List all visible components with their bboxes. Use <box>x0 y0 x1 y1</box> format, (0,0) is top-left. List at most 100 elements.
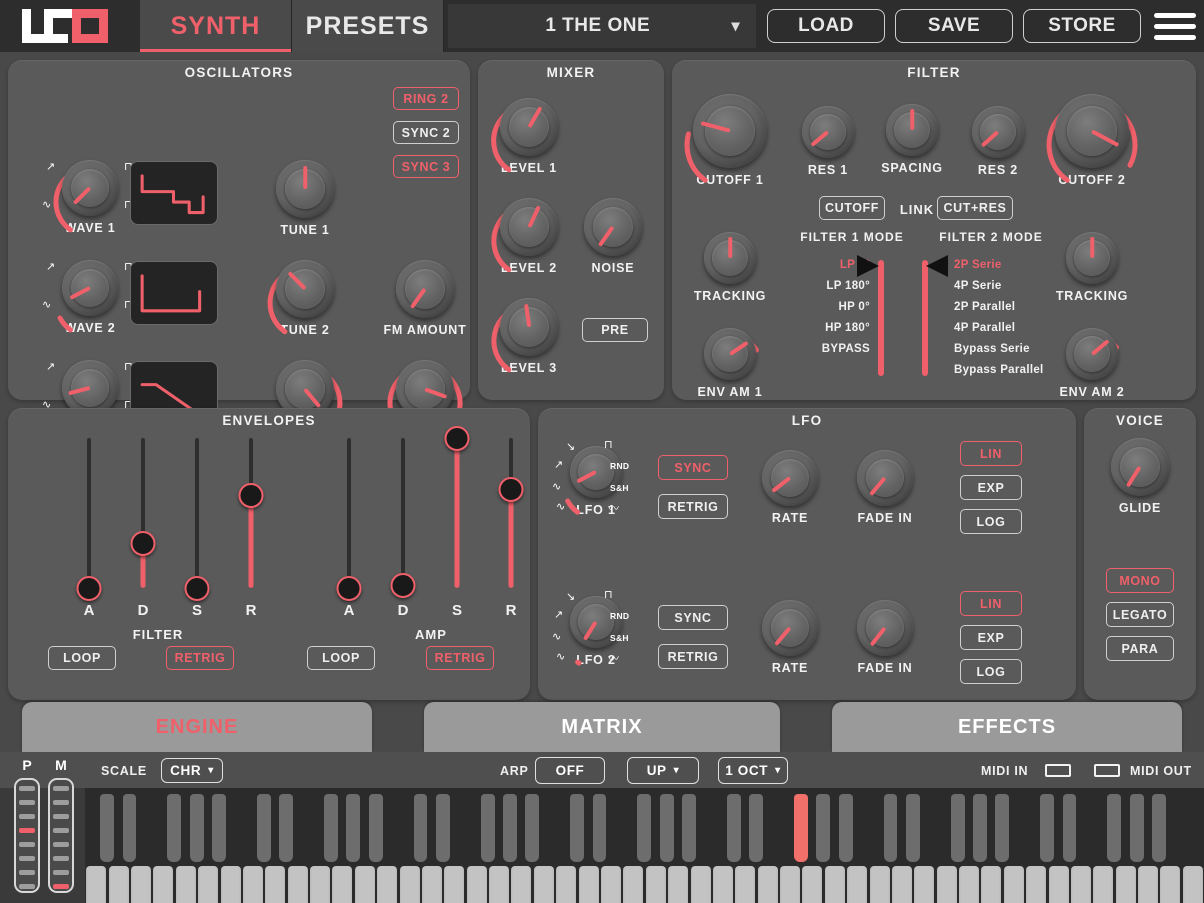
black-key[interactable] <box>1152 794 1166 862</box>
white-key[interactable] <box>131 866 151 903</box>
filter-2-mode-option[interactable]: Bypass Serie <box>954 338 1064 359</box>
white-key[interactable] <box>824 866 845 903</box>
black-key[interactable] <box>973 794 987 862</box>
wave-1-knob-dial[interactable] <box>62 160 118 216</box>
filter-2-mode-option[interactable]: 4P Parallel <box>954 317 1064 338</box>
white-key[interactable] <box>444 866 465 903</box>
lfo-2-lin-button[interactable]: LIN <box>960 591 1022 616</box>
level-3-knob[interactable]: LEVEL 3 <box>486 298 572 375</box>
black-key[interactable] <box>726 794 741 862</box>
sync-2-button[interactable]: SYNC 2 <box>393 121 459 144</box>
white-key[interactable] <box>847 866 868 903</box>
tune-1-knob[interactable]: TUNE 1 <box>262 160 348 237</box>
white-key[interactable] <box>220 866 241 903</box>
white-key[interactable] <box>600 866 621 903</box>
black-key[interactable] <box>637 794 652 862</box>
tracking-2-knob[interactable]: TRACKING <box>1052 232 1132 303</box>
filter-1-mode-option[interactable]: HP 180° <box>780 317 870 338</box>
white-key[interactable] <box>533 866 554 903</box>
keyboard[interactable]: C0 C1 C2 C3 C4 C5 C6 C7 <box>85 788 1204 903</box>
white-key[interactable] <box>690 866 711 903</box>
bottom-tab-engine[interactable]: ENGINE <box>22 702 372 752</box>
white-key[interactable] <box>735 866 756 903</box>
black-key[interactable] <box>324 794 338 862</box>
black-key[interactable] <box>1107 794 1122 862</box>
black-key[interactable] <box>368 794 383 862</box>
black-key[interactable] <box>167 794 182 862</box>
filter-2-mode-list[interactable]: 2P Serie 4P Serie 2P Parallel 4P Parallel By… <box>954 254 1064 380</box>
lfo-1-sync-button[interactable]: SYNC <box>658 455 728 480</box>
white-key[interactable]: C2 <box>399 866 420 903</box>
glide-knob-dial[interactable] <box>1111 438 1169 496</box>
white-key[interactable] <box>377 866 398 903</box>
cutoff-2-knob[interactable]: CUTOFF 2 <box>1041 94 1143 187</box>
lfo-2-rate-knob-dial[interactable] <box>762 600 818 656</box>
black-key[interactable] <box>749 794 764 862</box>
lfo-2-rate-knob[interactable]: RATE <box>748 600 832 675</box>
white-key[interactable] <box>466 866 487 903</box>
level-3-knob-dial[interactable] <box>500 298 558 356</box>
arp-onoff-button[interactable]: OFF <box>535 757 605 784</box>
spacing-knob-dial[interactable] <box>886 104 938 156</box>
res-2-knob[interactable]: RES 2 <box>958 106 1038 177</box>
white-key[interactable] <box>668 866 689 903</box>
sync-3-button[interactable]: SYNC 3 <box>393 155 459 178</box>
black-key[interactable] <box>592 794 607 862</box>
black-key[interactable] <box>189 794 204 862</box>
white-key[interactable] <box>489 866 509 903</box>
white-key[interactable] <box>354 866 375 903</box>
filter-2-mode-option[interactable]: 4P Serie <box>954 275 1064 296</box>
tracking-2-knob-dial[interactable] <box>1066 232 1118 284</box>
amp-s-slider[interactable]: S <box>441 426 473 628</box>
filter-1-mode-option[interactable]: HP 0° <box>780 296 870 317</box>
link-cutres-button[interactable]: CUT+RES <box>937 196 1013 220</box>
black-key[interactable] <box>122 794 137 862</box>
white-key[interactable] <box>332 866 353 903</box>
preset-selector[interactable]: 1 THE ONE ▾ <box>448 4 756 48</box>
white-key[interactable]: C3 <box>556 866 577 903</box>
white-key[interactable] <box>310 866 330 903</box>
black-key[interactable] <box>525 794 540 862</box>
amp-a-slider[interactable]: A <box>333 438 365 628</box>
tab-synth[interactable]: SYNTH <box>140 0 292 52</box>
black-key[interactable] <box>435 794 450 862</box>
env-am-1-knob[interactable]: ENV AM 1 <box>690 328 770 399</box>
black-key[interactable] <box>279 794 294 862</box>
filter-s-slider[interactable]: S <box>181 438 213 628</box>
black-key[interactable] <box>413 794 428 862</box>
filter-1-mode-option[interactable]: BYPASS <box>780 338 870 359</box>
voice-legato-button[interactable]: LEGATO <box>1106 602 1174 627</box>
black-key[interactable] <box>570 794 585 862</box>
tracking-1-knob[interactable]: TRACKING <box>690 232 770 303</box>
tune-2-knob[interactable]: TUNE 2 <box>262 260 348 337</box>
tune-2-knob-dial[interactable] <box>276 260 334 318</box>
filter-loop-button[interactable]: LOOP <box>48 646 116 670</box>
lfo-1-shape-knob[interactable]: LFO 1 <box>556 446 636 517</box>
wave-2-knob[interactable]: WAVE 2 <box>48 260 132 335</box>
env-am-2-knob-dial[interactable] <box>1066 328 1118 380</box>
glide-knob[interactable]: GLIDE <box>1097 438 1183 515</box>
level-2-knob-dial[interactable] <box>500 198 558 256</box>
white-key[interactable] <box>959 866 979 903</box>
white-key[interactable] <box>981 866 1002 903</box>
white-key[interactable] <box>287 866 308 903</box>
white-key[interactable] <box>1115 866 1136 903</box>
fm-amount-1-knob[interactable]: FM AMOUNT <box>382 260 468 337</box>
black-key[interactable] <box>838 794 853 862</box>
white-key[interactable] <box>108 866 129 903</box>
filter-1-mode-option[interactable]: LP 180° <box>780 275 870 296</box>
store-button[interactable]: STORE <box>1023 9 1141 43</box>
black-key[interactable] <box>995 794 1010 862</box>
save-button[interactable]: SAVE <box>895 9 1013 43</box>
black-key[interactable] <box>1129 794 1144 862</box>
white-key[interactable] <box>914 866 935 903</box>
white-key[interactable] <box>802 866 823 903</box>
lfo-1-fade-in-knob[interactable]: FADE IN <box>843 450 927 525</box>
white-key[interactable] <box>175 866 196 903</box>
white-key[interactable]: C5 <box>869 866 890 903</box>
filter-2-mode-slider[interactable] <box>922 260 928 376</box>
white-key[interactable] <box>153 866 174 903</box>
white-key[interactable] <box>757 866 778 903</box>
lfo-1-exp-button[interactable]: EXP <box>960 475 1022 500</box>
white-key[interactable] <box>421 866 442 903</box>
